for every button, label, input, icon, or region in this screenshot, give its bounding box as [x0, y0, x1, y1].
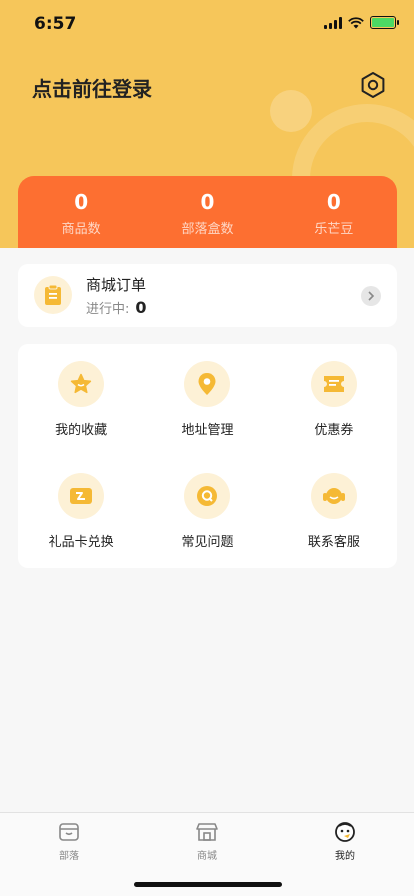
order-status: 进行中: 0: [86, 298, 147, 317]
login-prompt[interactable]: 点击前往登录: [32, 73, 152, 102]
service-label: 礼品卡兑换: [48, 535, 114, 550]
service-label: 常见问题: [181, 535, 234, 550]
stat-value: 0: [326, 190, 341, 214]
stat-item[interactable]: 0 部落盒数: [144, 176, 270, 248]
stat-item[interactable]: 0 乐芒豆: [271, 176, 397, 248]
location-pin-icon: [184, 361, 231, 407]
service-favorites[interactable]: 我的收藏: [18, 344, 144, 456]
star-icon: [58, 361, 105, 407]
status-time: 6:57: [34, 14, 77, 34]
stat-label: 部落盒数: [181, 222, 234, 237]
cellular-signal-icon: [324, 16, 342, 29]
service-faq[interactable]: 常见问题: [144, 456, 270, 568]
tab-label: 部落: [59, 851, 79, 862]
coupon-icon: [310, 361, 357, 407]
hexagon-gear-icon: [361, 72, 385, 98]
box-icon: [57, 821, 81, 843]
decorative-circle: [270, 90, 312, 132]
shop-icon: [195, 821, 219, 843]
headset-icon: [310, 473, 357, 519]
service-gift-card[interactable]: 礼品卡兑换: [18, 456, 144, 568]
service-label: 我的收藏: [55, 423, 108, 438]
question-icon: [184, 473, 231, 519]
settings-button[interactable]: [358, 70, 388, 100]
home-indicator: [134, 882, 282, 887]
tab-tribe[interactable]: 部落: [29, 821, 109, 862]
tab-label: 商城: [197, 851, 217, 862]
clipboard-icon: [34, 276, 72, 314]
tab-label: 我的: [335, 851, 355, 862]
wifi-icon: [348, 16, 364, 28]
tab-shop[interactable]: 商城: [167, 821, 247, 862]
service-label: 地址管理: [181, 423, 234, 438]
order-status-label: 进行中:: [86, 302, 130, 317]
service-address[interactable]: 地址管理: [144, 344, 270, 456]
stat-value: 0: [74, 190, 89, 214]
stats-card: 0 商品数 0 部落盒数 0 乐芒豆: [18, 176, 397, 248]
stat-item[interactable]: 0 商品数: [18, 176, 144, 248]
stat-value: 0: [200, 190, 215, 214]
tab-mine[interactable]: 我的: [305, 821, 385, 862]
gift-card-icon: [58, 473, 105, 519]
battery-icon: [370, 16, 399, 29]
status-bar: 6:57: [0, 0, 414, 48]
stat-label: 商品数: [61, 222, 101, 237]
stat-label: 乐芒豆: [314, 222, 354, 237]
services-grid: 我的收藏 地址管理 优惠券 礼品卡兑换 常见问题 联系客服: [18, 344, 397, 568]
order-count: 0: [135, 298, 147, 317]
mascot-face-icon: [333, 821, 357, 843]
service-coupons[interactable]: 优惠券: [271, 344, 397, 456]
service-label: 优惠券: [314, 423, 354, 438]
status-icons: [324, 16, 399, 29]
service-customer-support[interactable]: 联系客服: [271, 456, 397, 568]
chevron-right-icon: [361, 286, 381, 306]
service-label: 联系客服: [307, 535, 360, 550]
order-card[interactable]: 商城订单 进行中: 0: [18, 264, 397, 327]
order-title: 商城订单: [86, 276, 147, 294]
